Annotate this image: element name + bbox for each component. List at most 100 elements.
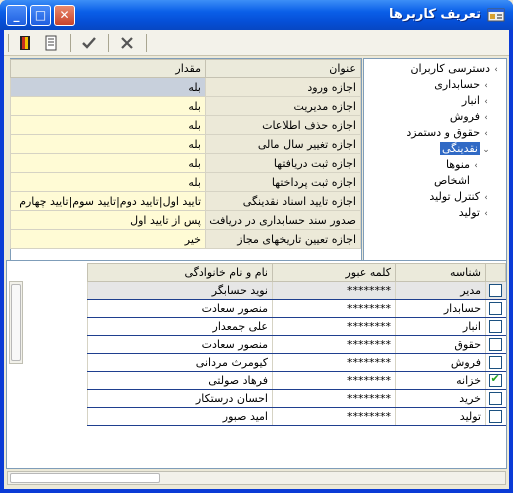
permission-value[interactable]: بله — [10, 172, 206, 192]
column-header-password[interactable]: کلمه عبور — [272, 263, 396, 282]
permission-row[interactable]: اجازه حذف اطلاعات بله — [10, 115, 361, 135]
user-row[interactable]: فروش ******** کیومرث مردانی — [87, 353, 506, 372]
column-header-name[interactable]: نام و نام خانوادگی — [87, 263, 273, 282]
user-id[interactable]: تولید — [395, 407, 486, 426]
exit-button[interactable] — [14, 33, 36, 53]
user-id[interactable]: فروش — [395, 353, 486, 372]
toolbar — [4, 30, 509, 56]
close-button[interactable]: ✕ — [54, 5, 75, 26]
user-name[interactable]: منصور سعادت — [87, 335, 273, 354]
column-header-id[interactable]: شناسه — [395, 263, 486, 282]
minimize-button[interactable]: _ — [6, 5, 27, 26]
chevron-right-icon[interactable]: › — [480, 190, 492, 206]
user-id[interactable]: مدیر — [395, 281, 486, 300]
permission-value[interactable]: بله — [10, 115, 206, 135]
user-id[interactable]: حقوق — [395, 335, 486, 354]
permission-value[interactable]: بله — [10, 77, 206, 97]
permission-value[interactable]: پس از تایید اول — [10, 210, 206, 230]
permission-value[interactable]: بله — [10, 96, 206, 116]
user-checkbox[interactable] — [488, 320, 502, 334]
user-name[interactable]: علی جمعدار — [87, 317, 273, 336]
scroll-thumb[interactable] — [10, 473, 160, 483]
user-checkbox[interactable] — [488, 338, 502, 352]
title-bar[interactable]: _ □ ✕ تعریف کاربرها — [0, 0, 513, 30]
permission-row[interactable]: اجازه ثبت دریافتها بله — [10, 153, 361, 173]
user-checkbox[interactable] — [488, 302, 502, 316]
user-name[interactable]: امید صبور — [87, 407, 273, 426]
tree-item[interactable]: اشخاص — [364, 173, 506, 189]
tree-item[interactable]: ⌄نقدینگی — [364, 141, 506, 157]
tree-item[interactable]: ›تولید — [364, 205, 506, 221]
user-password[interactable]: ******** — [272, 371, 396, 390]
user-password[interactable]: ******** — [272, 281, 396, 300]
user-checkbox[interactable] — [488, 410, 502, 424]
user-id[interactable]: خرید — [395, 389, 486, 408]
user-password[interactable]: ******** — [272, 335, 396, 354]
user-checkbox[interactable] — [488, 372, 502, 388]
user-row[interactable]: تولید ******** امید صبور — [87, 407, 506, 426]
user-name[interactable]: کیومرث مردانی — [87, 353, 273, 372]
user-name[interactable]: نوید حسابگر — [87, 281, 273, 300]
tree-item[interactable]: ›حسابداری — [364, 77, 506, 93]
user-checkbox[interactable] — [488, 284, 502, 298]
user-password[interactable]: ******** — [272, 317, 396, 336]
tree-item[interactable]: ›فروش — [364, 109, 506, 125]
column-header-value[interactable]: مقدار — [10, 59, 206, 78]
user-password[interactable]: ******** — [272, 389, 396, 408]
permission-value[interactable]: بله — [10, 134, 206, 154]
chevron-right-icon[interactable]: › — [470, 158, 482, 174]
tree-item[interactable]: ›منوها — [364, 157, 506, 173]
tree-item[interactable]: ›کنترل تولید — [364, 189, 506, 205]
user-row[interactable]: حقوق ******** منصور سعادت — [87, 335, 506, 354]
user-row[interactable]: حسابدار ******** منصور سعادت — [87, 299, 506, 318]
access-tree[interactable]: ›دسترسی کاربران ›حسابداری ›انبار ›فروش ›حقوق… — [363, 58, 507, 287]
permission-value[interactable]: تایید اول|تایید دوم|تایید سوم|تایید چهار… — [10, 191, 206, 211]
tree-item[interactable]: ›دسترسی کاربران — [364, 61, 506, 77]
permission-row[interactable]: اجازه مدیریت بله — [10, 96, 361, 116]
chevron-right-icon[interactable]: › — [480, 78, 492, 94]
user-checkbox[interactable] — [488, 392, 502, 406]
vertical-scrollbar[interactable] — [9, 281, 23, 364]
user-password[interactable]: ******** — [272, 299, 396, 318]
report-button[interactable] — [40, 33, 62, 53]
permission-row[interactable]: اجازه ورود بله — [10, 77, 361, 97]
users-grid[interactable]: شناسه کلمه عبور نام و نام خانوادگی مدیر *… — [87, 263, 506, 426]
user-id[interactable]: حسابدار — [395, 299, 486, 318]
horizontal-scrollbar[interactable] — [7, 471, 506, 485]
user-password[interactable]: ******** — [272, 353, 396, 372]
permission-value[interactable]: خیر — [10, 229, 206, 249]
user-password[interactable]: ******** — [272, 407, 396, 426]
permission-row[interactable]: اجازه تایید اسناد نقدینگی تایید اول|تایید… — [10, 191, 361, 211]
chevron-right-icon[interactable]: › — [480, 110, 492, 126]
maximize-button[interactable]: □ — [30, 5, 51, 26]
permission-value[interactable]: بله — [10, 153, 206, 173]
confirm-button[interactable] — [78, 33, 100, 53]
permissions-grid[interactable]: عنوان مقدار اجازه ورود بله اجازه مدیریت بله… — [10, 58, 362, 287]
user-name[interactable]: فرهاد صولتی — [87, 371, 273, 390]
user-name[interactable]: منصور سعادت — [87, 299, 273, 318]
document-icon — [45, 35, 57, 51]
cancel-button[interactable] — [116, 33, 138, 53]
chevron-down-icon[interactable]: ⌄ — [480, 142, 492, 158]
chevron-right-icon[interactable]: › — [480, 94, 492, 110]
user-id[interactable]: انبار — [395, 317, 486, 336]
chevron-right-icon[interactable]: › — [490, 62, 502, 78]
user-row[interactable]: انبار ******** علی جمعدار — [87, 317, 506, 336]
scroll-thumb[interactable] — [11, 284, 21, 361]
column-header-checkbox[interactable] — [485, 263, 506, 282]
user-name[interactable]: احسان درستکار — [87, 389, 273, 408]
user-id[interactable]: خزانه — [395, 371, 486, 390]
tree-item[interactable]: ›حقوق و دستمزد — [364, 125, 506, 141]
chevron-right-icon[interactable]: › — [480, 126, 492, 142]
tree-item[interactable]: ›انبار — [364, 93, 506, 109]
user-checkbox[interactable] — [488, 356, 502, 370]
chevron-right-icon[interactable]: › — [480, 206, 492, 222]
user-row[interactable]: خرید ******** احسان درستکار — [87, 389, 506, 408]
user-row[interactable]: خزانه********فرهاد صولتی — [87, 371, 506, 390]
permission-row[interactable]: اجازه تعیین تاریخهای مجاز خیر — [10, 229, 361, 249]
column-header-title[interactable]: عنوان — [205, 59, 361, 78]
permission-row[interactable]: صدور سند حسابداری در دریافت پس از تایید ا… — [10, 210, 361, 230]
permission-row[interactable]: اجازه ثبت پرداختها بله — [10, 172, 361, 192]
permission-row[interactable]: اجازه تغییر سال مالی بله — [10, 134, 361, 154]
user-row[interactable]: مدیر ******** نوید حسابگر — [87, 281, 506, 300]
